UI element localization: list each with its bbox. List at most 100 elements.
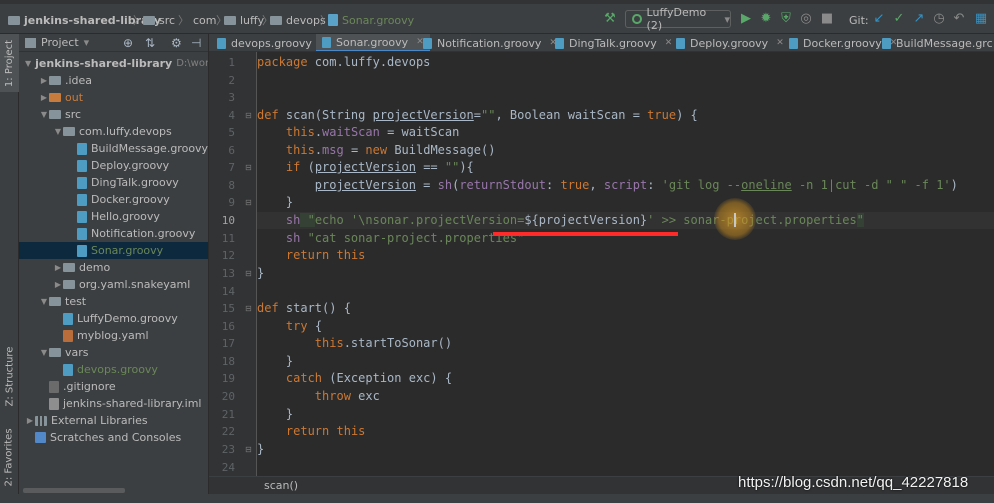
code-editor[interactable]: package com.luffy.devops def scan(String… bbox=[257, 52, 994, 476]
editor-tab[interactable]: DingTalk.groovy ✕ bbox=[549, 34, 678, 51]
collapsed-arrow-icon[interactable]: ▶ bbox=[53, 263, 63, 272]
fold-marker-icon[interactable]: ⊟ bbox=[245, 445, 252, 454]
locate-crosshair-icon[interactable]: ⊕ bbox=[123, 36, 133, 50]
collapse-all-icon[interactable]: ⇅ bbox=[145, 36, 155, 50]
git-update-icon[interactable]: ↙ bbox=[870, 10, 888, 26]
git-label: Git: bbox=[849, 13, 869, 27]
breadcrumb-com[interactable]: com bbox=[193, 12, 217, 28]
horizontal-scrollbar[interactable] bbox=[23, 488, 125, 493]
tree-item[interactable]: Sonar.groovy bbox=[19, 242, 208, 259]
tree-item-label: out bbox=[65, 91, 84, 104]
tree-item[interactable]: ▼ jenkins-shared-libraryD:\workspa bbox=[19, 55, 208, 72]
tree-item[interactable]: ▶ demo bbox=[19, 259, 208, 276]
git-push-icon[interactable]: ↗ bbox=[910, 10, 928, 26]
groovy-file-icon bbox=[63, 363, 73, 376]
tree-item[interactable]: .gitignore bbox=[19, 378, 208, 395]
tree-item[interactable]: ▼ test bbox=[19, 293, 208, 310]
profile-icon[interactable]: ◎ bbox=[797, 10, 815, 26]
line-number: 9 bbox=[228, 196, 235, 209]
line-number: 4 bbox=[228, 109, 235, 122]
tree-item[interactable]: ▶ External Libraries bbox=[19, 412, 208, 429]
tree-item[interactable]: Deploy.groovy bbox=[19, 157, 208, 174]
breadcrumb-devops[interactable]: devops bbox=[270, 12, 326, 28]
breadcrumb-file[interactable]: Sonar.groovy bbox=[328, 12, 414, 28]
project-view-selector[interactable]: Project bbox=[41, 36, 79, 49]
expanded-arrow-icon[interactable]: ▼ bbox=[39, 348, 49, 357]
code-line-6: this.msg = new BuildMessage() bbox=[285, 143, 496, 157]
code-line-15: def start() { bbox=[257, 301, 351, 315]
tree-item[interactable]: ▼ src bbox=[19, 106, 208, 123]
editor-tab[interactable]: BuildMessage.grc bbox=[876, 34, 994, 51]
chevron-down-icon[interactable]: ▾ bbox=[84, 36, 90, 49]
code-line-9: } bbox=[285, 195, 294, 209]
editor-tab-label: devops.groovy bbox=[231, 36, 312, 50]
code-line-20: throw exc bbox=[314, 389, 380, 403]
project-structure-icon[interactable]: ▦ bbox=[972, 10, 990, 26]
run-configuration-select[interactable]: LuffyDemo (2) ▾ bbox=[625, 6, 731, 32]
tree-item[interactable]: devops.groovy bbox=[19, 361, 208, 378]
expanded-arrow-icon[interactable]: ▼ bbox=[39, 297, 49, 306]
tree-item[interactable]: BuildMessage.groovy bbox=[19, 140, 208, 157]
fold-marker-icon[interactable]: ⊟ bbox=[245, 304, 252, 313]
collapsed-arrow-icon[interactable]: ▶ bbox=[39, 76, 49, 85]
tree-item[interactable]: DingTalk.groovy bbox=[19, 174, 208, 191]
editor-tab-label: Notification.groovy bbox=[437, 36, 542, 50]
run-config-icon bbox=[632, 14, 642, 24]
fold-marker-icon[interactable]: ⊟ bbox=[245, 163, 252, 172]
tree-item[interactable]: Docker.groovy bbox=[19, 191, 208, 208]
folder-icon bbox=[49, 297, 61, 306]
expanded-arrow-icon[interactable]: ▼ bbox=[39, 110, 49, 119]
build-hammer-icon[interactable]: ⚒ bbox=[601, 10, 619, 26]
editor-tab[interactable]: Deploy.groovy ✕ bbox=[670, 34, 790, 51]
expanded-arrow-icon[interactable]: ▼ bbox=[53, 127, 63, 136]
breadcrumb-src[interactable]: src bbox=[143, 12, 175, 28]
groovy-file-icon bbox=[423, 37, 432, 49]
tree-item[interactable]: ▶ .idea bbox=[19, 72, 208, 89]
groovy-file-icon bbox=[77, 227, 87, 240]
breadcrumb-method[interactable]: scan() bbox=[264, 479, 298, 492]
folder-icon bbox=[270, 15, 282, 25]
groovy-file-icon bbox=[77, 176, 87, 189]
folder-icon bbox=[143, 15, 155, 25]
expanded-arrow-icon[interactable]: ▼ bbox=[25, 59, 31, 68]
tree-item[interactable]: Hello.groovy bbox=[19, 208, 208, 225]
groovy-file-icon bbox=[882, 37, 891, 49]
fold-marker-icon[interactable]: ⊟ bbox=[245, 269, 252, 278]
stop-icon[interactable]: ■ bbox=[818, 10, 836, 26]
line-number: 10 bbox=[221, 214, 235, 227]
tree-item[interactable]: Scratches and Consoles bbox=[19, 429, 208, 446]
tool-tab-favorites[interactable]: 2: Favorites bbox=[0, 424, 19, 490]
tree-item[interactable]: myblog.yaml bbox=[19, 327, 208, 344]
tree-item[interactable]: ▶ org.yaml.snakeyaml bbox=[19, 276, 208, 293]
tree-item[interactable]: ▼ vars bbox=[19, 344, 208, 361]
fold-marker-icon[interactable]: ⊟ bbox=[245, 111, 252, 120]
gear-icon[interactable]: ⚙ bbox=[171, 36, 182, 50]
tree-item[interactable]: ▶ out bbox=[19, 89, 208, 106]
editor-tab[interactable]: Sonar.groovy ✕ bbox=[316, 34, 430, 51]
breadcrumb-separator: 〉 bbox=[178, 14, 189, 27]
debug-bug-icon[interactable]: ✹ bbox=[757, 10, 775, 26]
collapsed-arrow-icon[interactable]: ▶ bbox=[25, 416, 35, 425]
breadcrumb-luffy[interactable]: luffy bbox=[224, 12, 264, 28]
collapsed-arrow-icon[interactable]: ▶ bbox=[53, 280, 63, 289]
code-line-8: projectVersion = sh(returnStdout: true, … bbox=[314, 178, 958, 192]
package-icon bbox=[63, 127, 75, 136]
history-clock-icon[interactable]: ◷ bbox=[930, 10, 948, 26]
tree-item[interactable]: Notification.groovy bbox=[19, 225, 208, 242]
git-commit-icon[interactable]: ✓ bbox=[890, 10, 908, 26]
groovy-file-icon bbox=[77, 142, 87, 155]
tree-item[interactable]: ▼ com.luffy.devops bbox=[19, 123, 208, 140]
fold-marker-icon[interactable]: ⊟ bbox=[245, 198, 252, 207]
hide-panel-icon[interactable]: ⊣ bbox=[191, 36, 201, 50]
coverage-icon[interactable]: ⛨ bbox=[777, 10, 795, 26]
tree-item-label: demo bbox=[79, 261, 111, 274]
editor-tab[interactable]: Notification.groovy ✕ bbox=[417, 34, 563, 51]
tree-item[interactable]: LuffyDemo.groovy bbox=[19, 310, 208, 327]
run-icon[interactable]: ▶ bbox=[737, 10, 755, 26]
tool-tab-structure[interactable]: Z: Structure bbox=[0, 346, 19, 406]
rollback-icon[interactable]: ↶ bbox=[950, 10, 968, 26]
tool-tab-project[interactable]: 1: Project bbox=[0, 34, 19, 92]
collapsed-arrow-icon[interactable]: ▶ bbox=[39, 93, 49, 102]
tree-item[interactable]: jenkins-shared-library.iml bbox=[19, 395, 208, 412]
package-icon bbox=[63, 263, 75, 272]
